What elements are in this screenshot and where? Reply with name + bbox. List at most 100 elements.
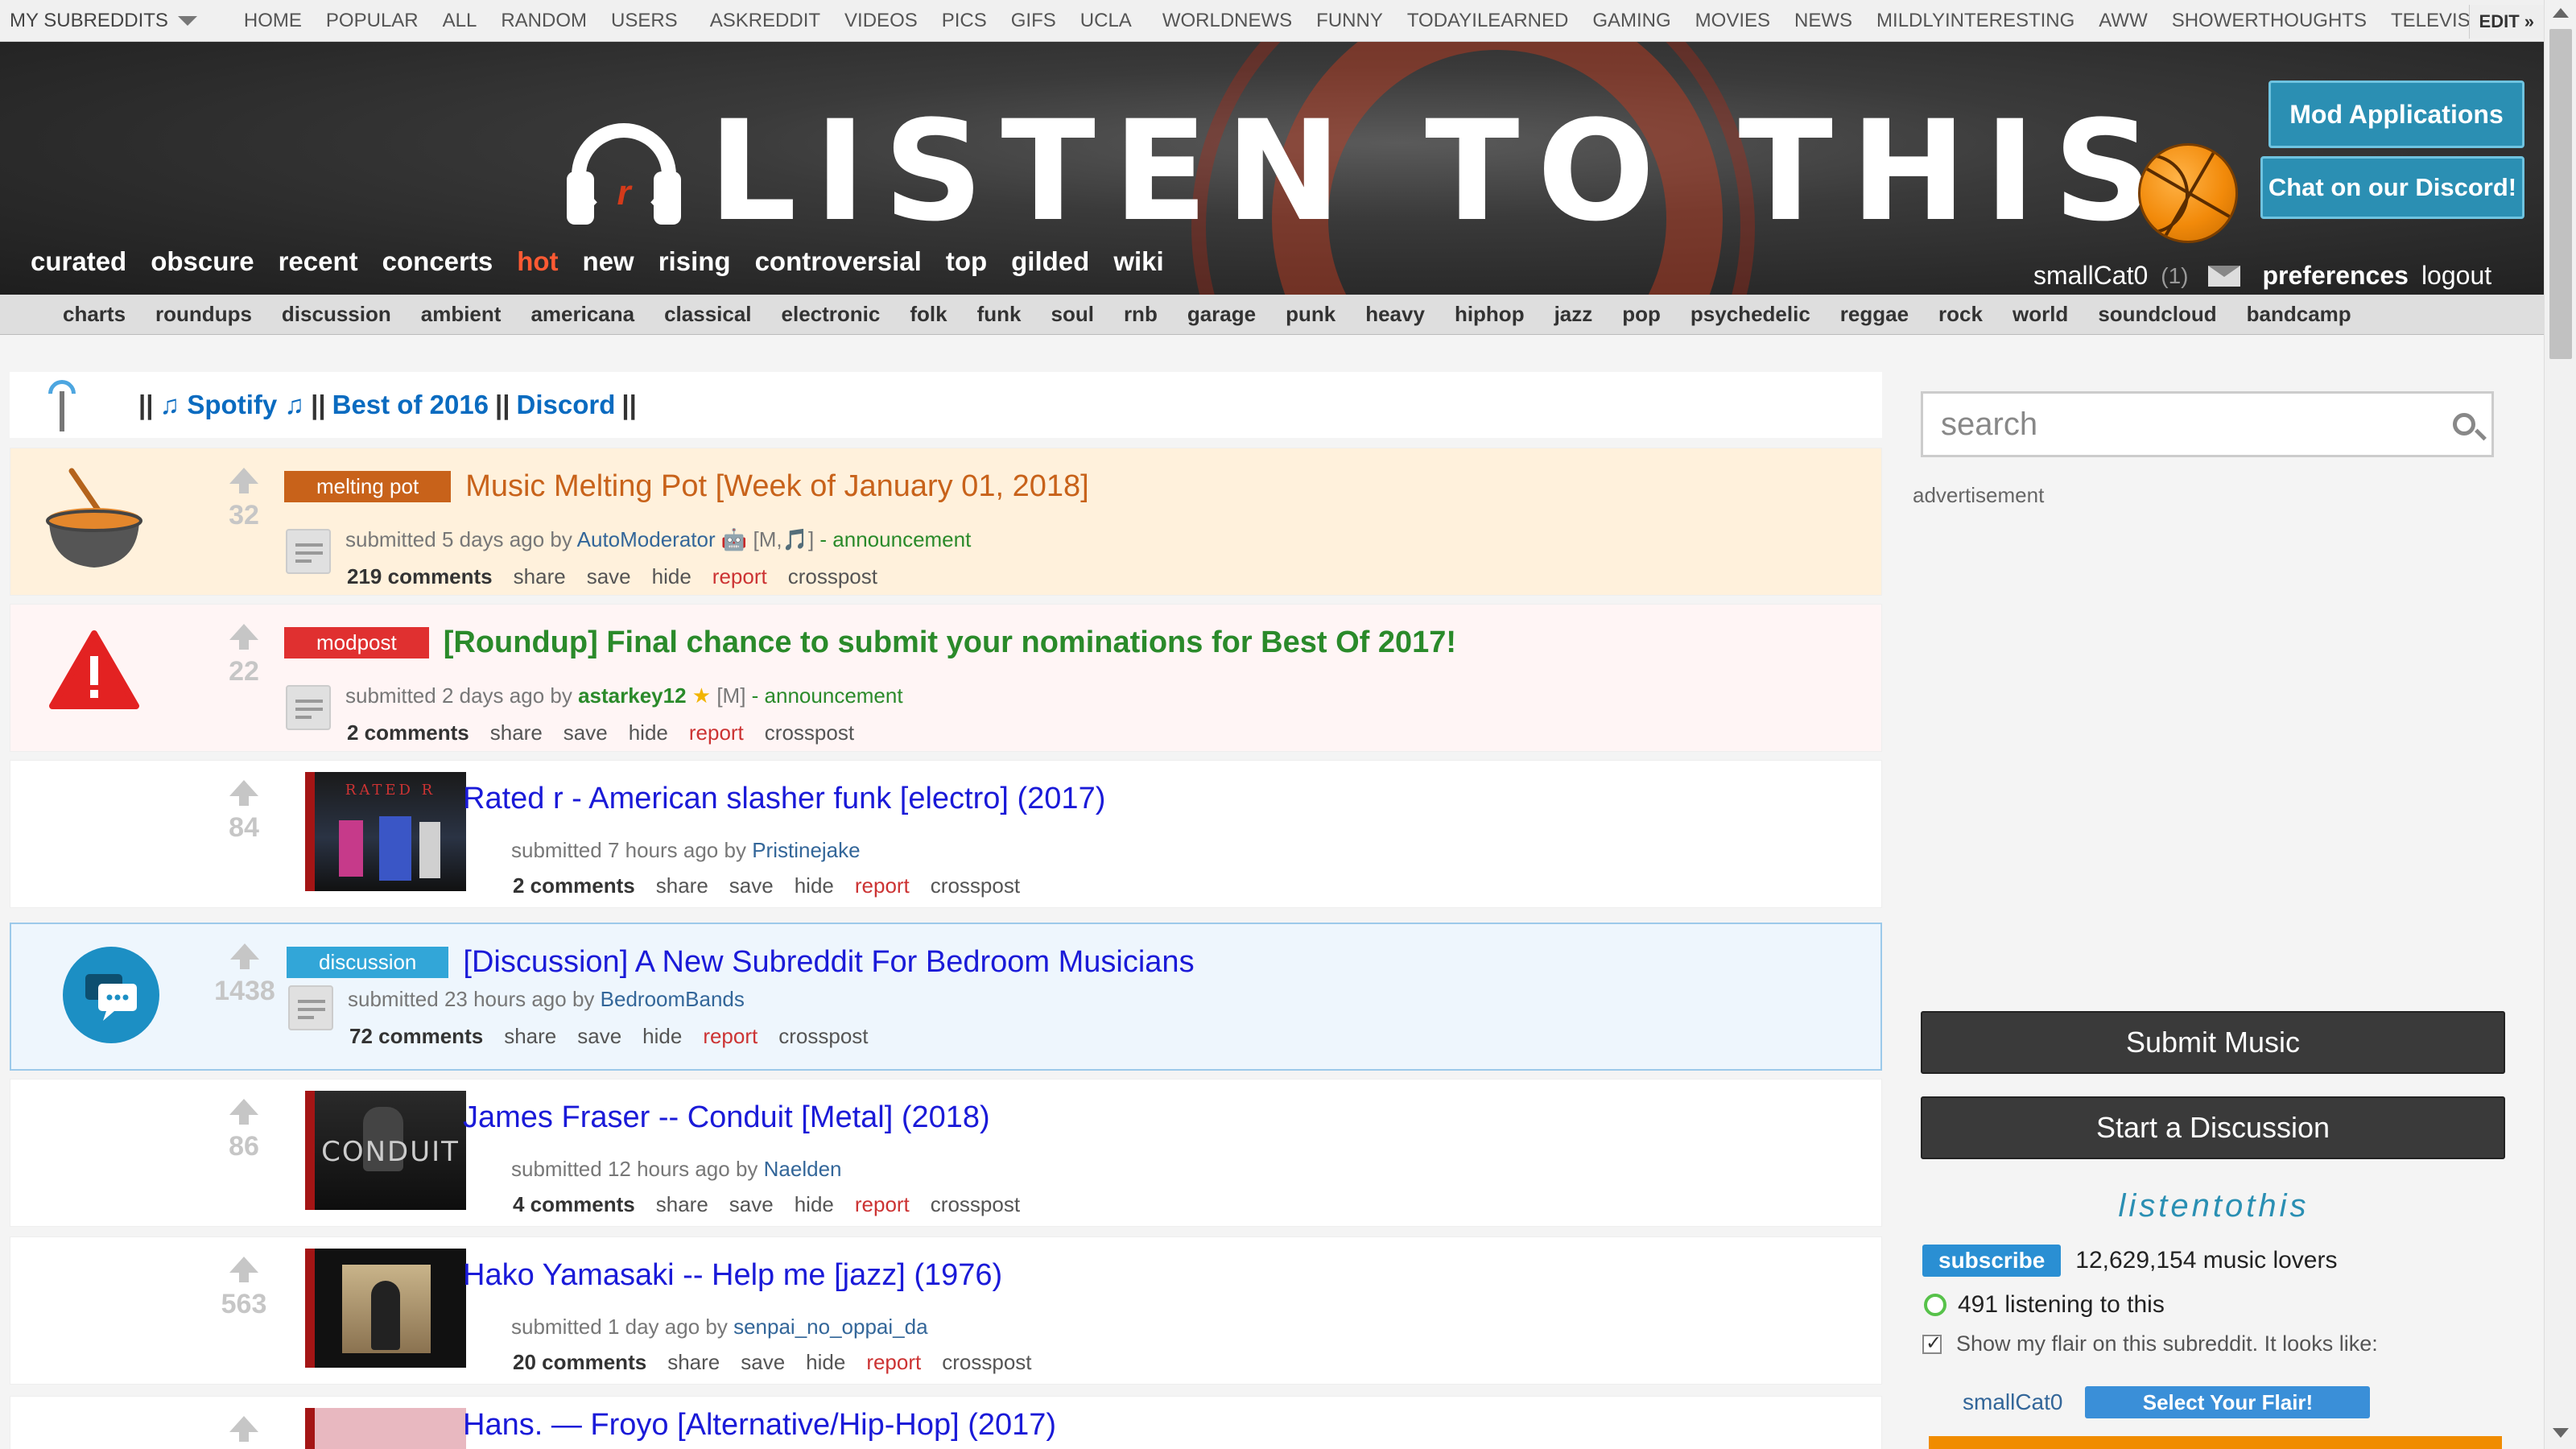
expando-icon[interactable]: [288, 985, 333, 1030]
author-link[interactable]: AutoModerator: [577, 527, 716, 551]
genre-link-soundcloud[interactable]: soundcloud: [2098, 302, 2216, 327]
search-input[interactable]: search: [1921, 391, 2494, 457]
genre-link-heavy[interactable]: heavy: [1365, 302, 1425, 327]
subreddit-link-users[interactable]: USERS: [611, 10, 678, 32]
share-button[interactable]: share: [656, 1192, 708, 1217]
subreddit-link-ucla[interactable]: UCLA: [1080, 10, 1132, 32]
comments-link[interactable]: 72 comments: [349, 1024, 483, 1049]
tab-curated[interactable]: curated: [31, 246, 126, 277]
username-link[interactable]: smallCat0: [2033, 261, 2148, 291]
expando-icon[interactable]: [286, 529, 331, 574]
share-button[interactable]: share: [490, 720, 543, 745]
subreddit-link-gifs[interactable]: GIFS: [1011, 10, 1056, 32]
flair-username[interactable]: smallCat0: [1963, 1389, 2062, 1415]
author-link[interactable]: BedroomBands: [601, 987, 745, 1011]
post-title[interactable]: Hako Yamasaki -- Help me [jazz] (1976): [463, 1258, 1002, 1293]
post-title[interactable]: [Discussion] A New Subreddit For Bedroom…: [463, 945, 1194, 980]
tab-gilded[interactable]: gilded: [1011, 246, 1089, 277]
genre-link-folk[interactable]: folk: [910, 302, 947, 327]
subreddit-link-popular[interactable]: POPULAR: [326, 10, 419, 32]
upvote-arrow-icon[interactable]: [229, 780, 258, 806]
upvote-arrow-icon[interactable]: [229, 468, 258, 493]
genre-link-classical[interactable]: classical: [664, 302, 751, 327]
search-icon[interactable]: [2453, 413, 2475, 436]
scrollbar-thumb[interactable]: [2549, 29, 2572, 359]
post-title[interactable]: Hans. — Froyo [Alternative/Hip-Hop] (201…: [463, 1408, 1056, 1443]
post-title[interactable]: Rated r - American slasher funk [electro…: [463, 782, 1105, 816]
genre-link-hiphop[interactable]: hiphop: [1455, 302, 1525, 327]
hide-button[interactable]: hide: [629, 720, 668, 745]
my-subreddits-dropdown[interactable]: MY SUBREDDITS: [0, 10, 197, 32]
scrollbar[interactable]: [2544, 0, 2576, 1449]
save-button[interactable]: save: [729, 873, 774, 898]
genre-link-psychedelic[interactable]: psychedelic: [1690, 302, 1810, 327]
subreddit-link-all[interactable]: ALL: [443, 10, 477, 32]
report-button[interactable]: report: [689, 720, 744, 745]
report-button[interactable]: report: [855, 873, 910, 898]
report-button[interactable]: report: [703, 1024, 758, 1049]
genre-link-rnb[interactable]: rnb: [1124, 302, 1158, 327]
tab-wiki[interactable]: wiki: [1113, 246, 1163, 277]
genre-link-discussion[interactable]: discussion: [282, 302, 391, 327]
submit-music-button[interactable]: Submit Music: [1921, 1011, 2505, 1074]
expando-icon[interactable]: [286, 685, 331, 730]
best-of-link[interactable]: Best of 2016: [332, 390, 489, 420]
post-flair[interactable]: discussion: [287, 947, 449, 978]
post-title[interactable]: Music Melting Pot [Week of January 01, 2…: [465, 469, 1088, 504]
genre-link-electronic[interactable]: electronic: [782, 302, 881, 327]
genre-link-world[interactable]: world: [2013, 302, 2068, 327]
post-thumbnail[interactable]: [305, 1408, 466, 1449]
subreddit-link-mildlyinteresting[interactable]: MILDLYINTERESTING: [1876, 10, 2074, 32]
discord-chat-button[interactable]: Chat on our Discord!: [2260, 156, 2524, 219]
upvote-arrow-icon[interactable]: [230, 943, 259, 969]
hide-button[interactable]: hide: [795, 1192, 834, 1217]
hide-button[interactable]: hide: [806, 1350, 845, 1375]
comments-link[interactable]: 20 comments: [513, 1350, 646, 1375]
preferences-link[interactable]: preferences: [2263, 261, 2409, 291]
hide-button[interactable]: hide: [642, 1024, 682, 1049]
genre-link-pop[interactable]: pop: [1622, 302, 1661, 327]
discord-link[interactable]: Discord: [517, 390, 616, 420]
hide-button[interactable]: hide: [795, 873, 834, 898]
post-thumbnail[interactable]: CONDUIT: [305, 1091, 466, 1210]
subreddit-link-aww[interactable]: AWW: [2099, 10, 2147, 32]
save-button[interactable]: save: [741, 1350, 785, 1375]
post-thumbnail[interactable]: RATED R: [305, 772, 466, 891]
tab-controversial[interactable]: controversial: [755, 246, 922, 277]
logout-link[interactable]: logout: [2421, 261, 2491, 291]
subreddit-name[interactable]: listentothis: [1916, 1188, 2512, 1224]
subreddit-link-news[interactable]: NEWS: [1794, 10, 1852, 32]
genre-link-funk[interactable]: funk: [977, 302, 1022, 327]
tab-recent[interactable]: recent: [279, 246, 358, 277]
genre-link-soul[interactable]: soul: [1051, 302, 1093, 327]
genre-link-reggae[interactable]: reggae: [1840, 302, 1909, 327]
subreddit-link-home[interactable]: HOME: [244, 10, 302, 32]
author-link[interactable]: senpai_no_oppai_da: [733, 1315, 927, 1339]
tab-concerts[interactable]: concerts: [382, 246, 493, 277]
share-button[interactable]: share: [656, 873, 708, 898]
crosspost-button[interactable]: crosspost: [778, 1024, 868, 1049]
subreddit-link-movies[interactable]: MOVIES: [1695, 10, 1770, 32]
start-discussion-button[interactable]: Start a Discussion: [1921, 1096, 2505, 1159]
scroll-down-icon[interactable]: [2553, 1428, 2569, 1438]
upvote-arrow-icon[interactable]: [229, 1099, 258, 1125]
tab-rising[interactable]: rising: [658, 246, 731, 277]
share-button[interactable]: share: [667, 1350, 720, 1375]
genre-link-jazz[interactable]: jazz: [1554, 302, 1593, 327]
save-button[interactable]: save: [729, 1192, 774, 1217]
save-button[interactable]: save: [564, 720, 608, 745]
author-link[interactable]: Pristinejake: [752, 838, 860, 862]
upvote-arrow-icon[interactable]: [229, 1257, 258, 1282]
crosspost-button[interactable]: crosspost: [788, 564, 877, 589]
spotify-link[interactable]: ♫ Spotify ♫: [159, 390, 304, 420]
genre-link-charts[interactable]: charts: [63, 302, 126, 327]
tab-top[interactable]: top: [946, 246, 987, 277]
author-link[interactable]: astarkey12: [578, 683, 686, 708]
subreddit-link-funny[interactable]: FUNNY: [1316, 10, 1383, 32]
hide-button[interactable]: hide: [652, 564, 691, 589]
banner-logo[interactable]: r LISTEN TO THIS: [564, 90, 2171, 252]
subscribe-button[interactable]: subscribe: [1922, 1245, 2062, 1277]
save-button[interactable]: save: [587, 564, 631, 589]
subreddit-link-gaming[interactable]: GAMING: [1592, 10, 1670, 32]
scroll-up-icon[interactable]: [2553, 8, 2569, 18]
